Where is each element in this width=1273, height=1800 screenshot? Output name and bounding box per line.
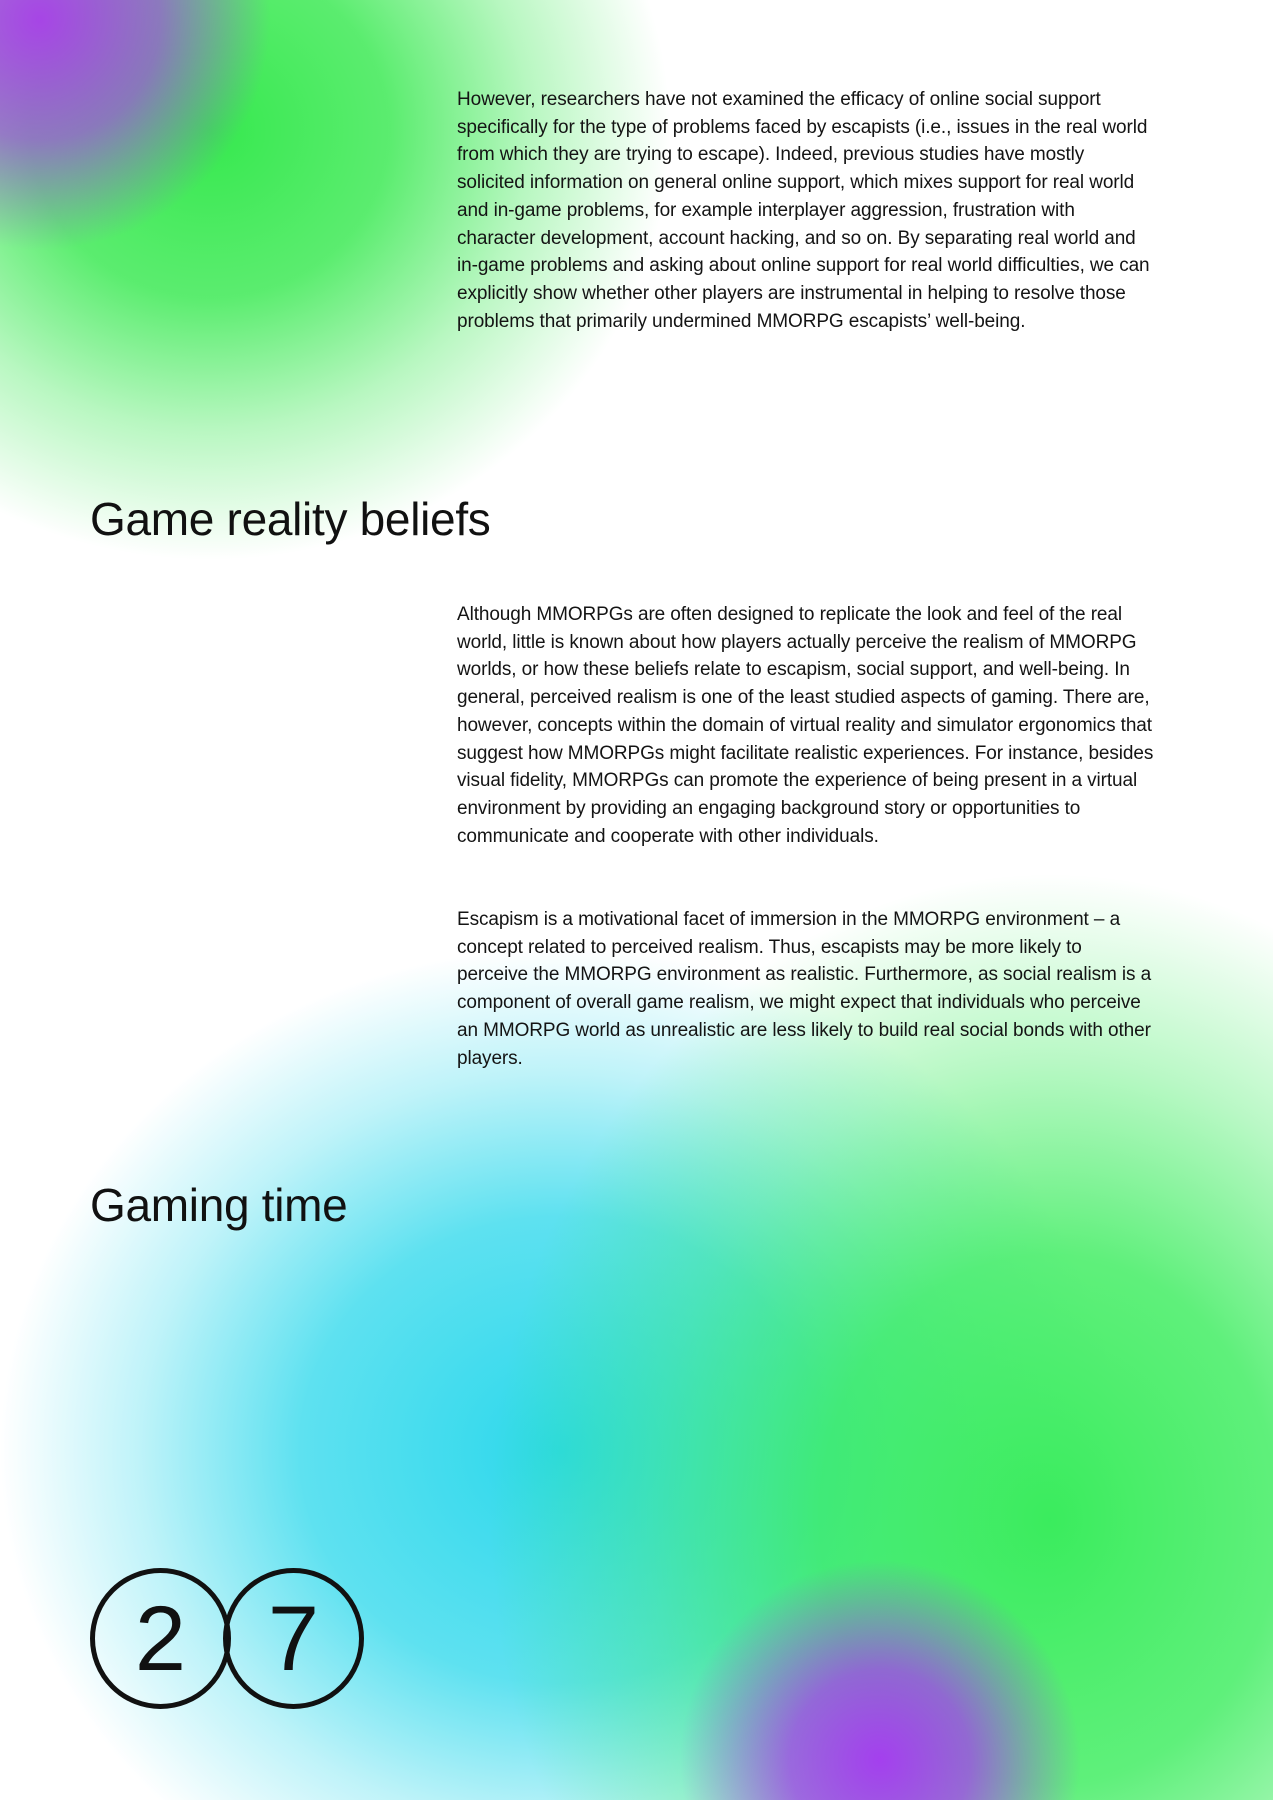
page-number-digit-2: 7	[223, 1568, 364, 1709]
page-number: 2 7	[90, 1568, 364, 1709]
game-reality-paragraph-1: Although MMORPGs are often designed to r…	[457, 604, 1154, 847]
page-number-digit-1: 2	[90, 1568, 231, 1709]
heading-gaming-time: Gaming time	[90, 1179, 348, 1231]
game-reality-paragraph-2: Escapism is a motivational facet of imme…	[457, 909, 1152, 1069]
page-background: However, researchers have not examined t…	[0, 0, 1273, 1800]
heading-game-reality-beliefs: Game reality beliefs	[90, 493, 491, 545]
intro-paragraph: However, researchers have not examined t…	[457, 89, 1150, 332]
